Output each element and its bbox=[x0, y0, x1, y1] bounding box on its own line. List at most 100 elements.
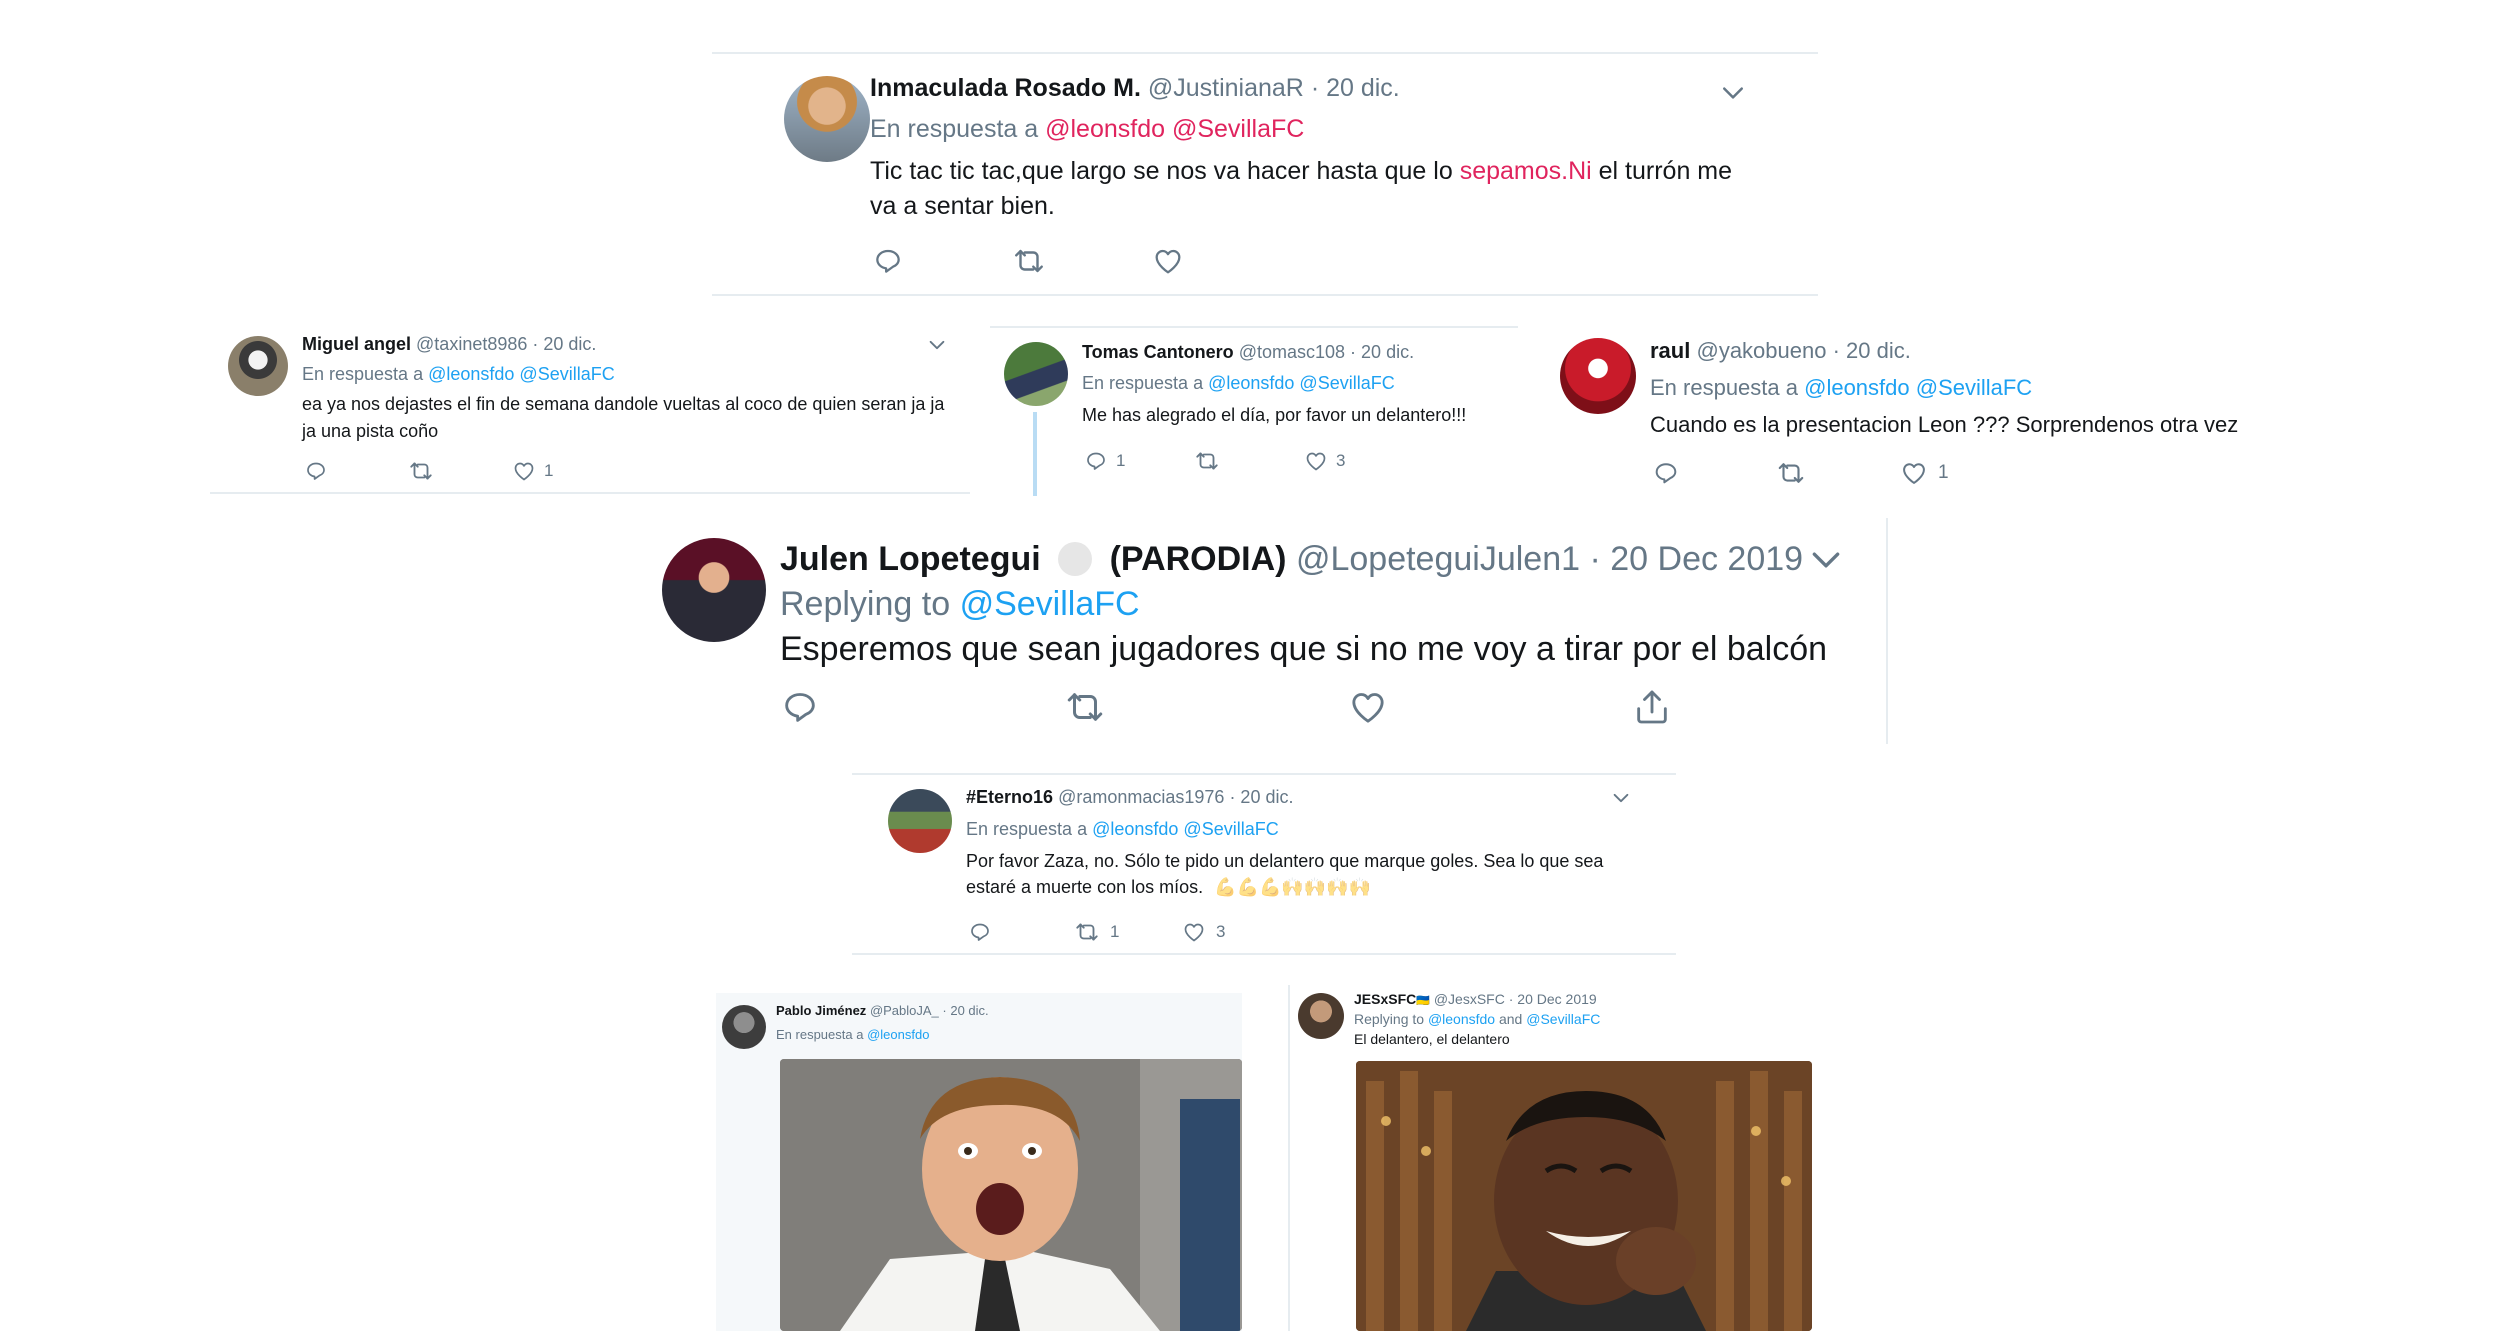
tweet-date[interactable]: · 20 dic. bbox=[1229, 787, 1293, 807]
reply-prefix: En respuesta a bbox=[870, 115, 1039, 143]
author-name[interactable]: Pablo Jiménez bbox=[776, 1003, 866, 1018]
chevron-down-icon[interactable] bbox=[1610, 787, 1632, 814]
tweet-card[interactable]: Julen Lopetegui (PARODIA) @LopeteguiJule… bbox=[650, 518, 1880, 748]
reply-to-link[interactable]: @leonsfdo @SevillaFC bbox=[428, 364, 615, 384]
like-count: 3 bbox=[1336, 451, 1346, 470]
chevron-down-icon[interactable] bbox=[926, 334, 948, 361]
tweet-card[interactable]: Inmaculada Rosado M. @JustinianaR · 20 d… bbox=[712, 54, 1818, 294]
reply-button[interactable] bbox=[968, 920, 1074, 944]
reply-button[interactable] bbox=[780, 687, 1064, 727]
like-count: 1 bbox=[1938, 462, 1949, 483]
author-handle[interactable]: @JustinianaR bbox=[1148, 74, 1304, 102]
retweet-icon bbox=[1194, 448, 1220, 474]
share-icon bbox=[1632, 687, 1672, 727]
retweet-button[interactable] bbox=[408, 458, 512, 484]
retweet-button[interactable] bbox=[1776, 458, 1900, 488]
avatar[interactable] bbox=[784, 76, 870, 162]
retweet-button[interactable] bbox=[1064, 686, 1348, 728]
reply-icon bbox=[872, 245, 904, 277]
avatar[interactable] bbox=[1560, 338, 1636, 414]
reply-count: 1 bbox=[1116, 451, 1126, 470]
tweet-text: El delantero, el delantero bbox=[1354, 1031, 1510, 1047]
author-handle[interactable]: @taxinet8986 bbox=[416, 334, 527, 354]
reply-to-link[interactable]: @SevillaFC bbox=[960, 585, 1140, 623]
like-button[interactable] bbox=[1152, 245, 1184, 277]
author-name[interactable]: #Eterno16 bbox=[966, 787, 1053, 807]
reply-to-link[interactable]: @leonsfdo @SevillaFC bbox=[1804, 375, 2032, 400]
reply-button[interactable] bbox=[1652, 459, 1776, 487]
share-button[interactable] bbox=[1632, 687, 1672, 727]
tweet-text: Tic tac tic tac,que largo se nos va hace… bbox=[870, 157, 1453, 185]
tweet-media-image[interactable] bbox=[1356, 1061, 1812, 1331]
heart-icon bbox=[1304, 449, 1328, 473]
author-tag: (PARODIA) bbox=[1109, 540, 1287, 578]
author-name[interactable]: Miguel angel bbox=[302, 334, 411, 354]
tweet-card[interactable]: raul @yakobueno · 20 dic. En respuesta a… bbox=[1550, 322, 2270, 492]
excited-man-photo bbox=[780, 1059, 1242, 1331]
heart-icon bbox=[1152, 245, 1184, 277]
author-handle[interactable]: @LopeteguiJulen1 bbox=[1296, 540, 1580, 578]
like-count: 1 bbox=[544, 461, 554, 480]
retweet-icon bbox=[1074, 919, 1100, 945]
like-button[interactable]: 1 bbox=[512, 459, 553, 483]
tweet-card[interactable]: Tomas Cantonero @tomasc108 · 20 dic. En … bbox=[990, 328, 1518, 498]
author-name[interactable]: Tomas Cantonero bbox=[1082, 342, 1234, 362]
tweet-link[interactable]: sepamos.Ni bbox=[1460, 157, 1592, 185]
reply-icon bbox=[968, 920, 992, 944]
avatar[interactable] bbox=[1298, 993, 1344, 1039]
avatar[interactable] bbox=[228, 336, 288, 396]
retweet-button[interactable]: 1 bbox=[1074, 919, 1182, 945]
reply-button[interactable] bbox=[304, 459, 408, 483]
author-handle[interactable]: @PabloJA_ bbox=[870, 1003, 939, 1018]
tweet-card[interactable]: Pablo Jiménez @PabloJA_ · 20 dic. En res… bbox=[716, 993, 1242, 1331]
reply-to-link[interactable]: @leonsfdo @SevillaFC bbox=[1092, 819, 1279, 839]
tweet-date[interactable]: · 20 Dec 2019 bbox=[1509, 991, 1597, 1007]
reply-icon bbox=[780, 687, 820, 727]
reply-to-link[interactable]: @leonsfdo bbox=[1428, 1011, 1495, 1027]
reply-to-link[interactable]: @leonsfdo bbox=[867, 1027, 929, 1042]
author-name[interactable]: JESxSFC bbox=[1354, 991, 1416, 1007]
retweet-button[interactable] bbox=[1194, 448, 1304, 474]
tweet-date[interactable]: · 20 dic. bbox=[942, 1003, 988, 1018]
reply-to-link[interactable]: @leonsfdo @SevillaFC bbox=[1208, 373, 1395, 393]
laughing-man-photo bbox=[1356, 1061, 1812, 1331]
tweet-text: Por favor Zaza, no. Sólo te pido un dela… bbox=[966, 851, 1604, 871]
tweet-date[interactable]: · 20 dic. bbox=[1350, 342, 1414, 362]
author-name[interactable]: Inmaculada Rosado M. bbox=[870, 74, 1141, 102]
author-handle[interactable]: @yakobueno bbox=[1696, 338, 1826, 363]
tweet-text: Cuando es la presentacion Leon ??? Sorpr… bbox=[1650, 412, 2239, 437]
reply-prefix: Replying to bbox=[780, 585, 951, 623]
reply-prefix: En respuesta a bbox=[1082, 373, 1204, 393]
author-handle[interactable]: @JesxSFC bbox=[1434, 991, 1505, 1007]
avatar[interactable] bbox=[888, 789, 952, 853]
avatar[interactable] bbox=[662, 538, 766, 642]
like-button[interactable]: 3 bbox=[1182, 920, 1225, 944]
tweet-date[interactable]: · 20 dic. bbox=[1833, 338, 1911, 363]
tweet-media-image[interactable] bbox=[780, 1059, 1242, 1331]
reply-button[interactable] bbox=[872, 245, 1012, 277]
author-handle[interactable]: @tomasc108 bbox=[1239, 342, 1345, 362]
avatar[interactable] bbox=[1004, 342, 1068, 406]
tweet-date[interactable]: · 20 Dec 2019 bbox=[1589, 540, 1803, 578]
tweet-date[interactable]: · 20 dic. bbox=[1311, 74, 1400, 102]
retweet-button[interactable] bbox=[1012, 244, 1152, 278]
tweet-text: Me has alegrado el día, por favor un del… bbox=[1082, 405, 1467, 425]
tweet-card[interactable]: #Eterno16 @ramonmacias1976 · 20 dic. En … bbox=[852, 775, 1676, 953]
retweet-icon bbox=[1012, 244, 1046, 278]
heart-icon bbox=[1348, 687, 1388, 727]
reply-to-link[interactable]: @leonsfdo @SevillaFC bbox=[1045, 115, 1304, 143]
like-button[interactable] bbox=[1348, 687, 1632, 727]
reply-to-link[interactable]: @SevillaFC bbox=[1526, 1011, 1600, 1027]
author-handle[interactable]: @ramonmacias1976 bbox=[1058, 787, 1224, 807]
like-button[interactable]: 3 bbox=[1304, 449, 1345, 473]
author-name[interactable]: raul bbox=[1650, 338, 1690, 363]
author-name[interactable]: Julen Lopetegui bbox=[780, 540, 1041, 578]
tweet-card[interactable]: Miguel angel @taxinet8986 · 20 dic. En r… bbox=[210, 322, 970, 492]
chevron-down-icon[interactable] bbox=[1806, 540, 1846, 585]
avatar[interactable] bbox=[722, 1005, 766, 1049]
tweet-date[interactable]: · 20 dic. bbox=[532, 334, 596, 354]
chevron-down-icon[interactable] bbox=[1718, 78, 1748, 113]
tweet-card[interactable]: JESxSFC🇺🇦 @JesxSFC · 20 Dec 2019 Replyin… bbox=[1292, 985, 1822, 1331]
reply-button[interactable]: 1 bbox=[1084, 449, 1194, 473]
like-button[interactable]: 1 bbox=[1900, 459, 1949, 487]
